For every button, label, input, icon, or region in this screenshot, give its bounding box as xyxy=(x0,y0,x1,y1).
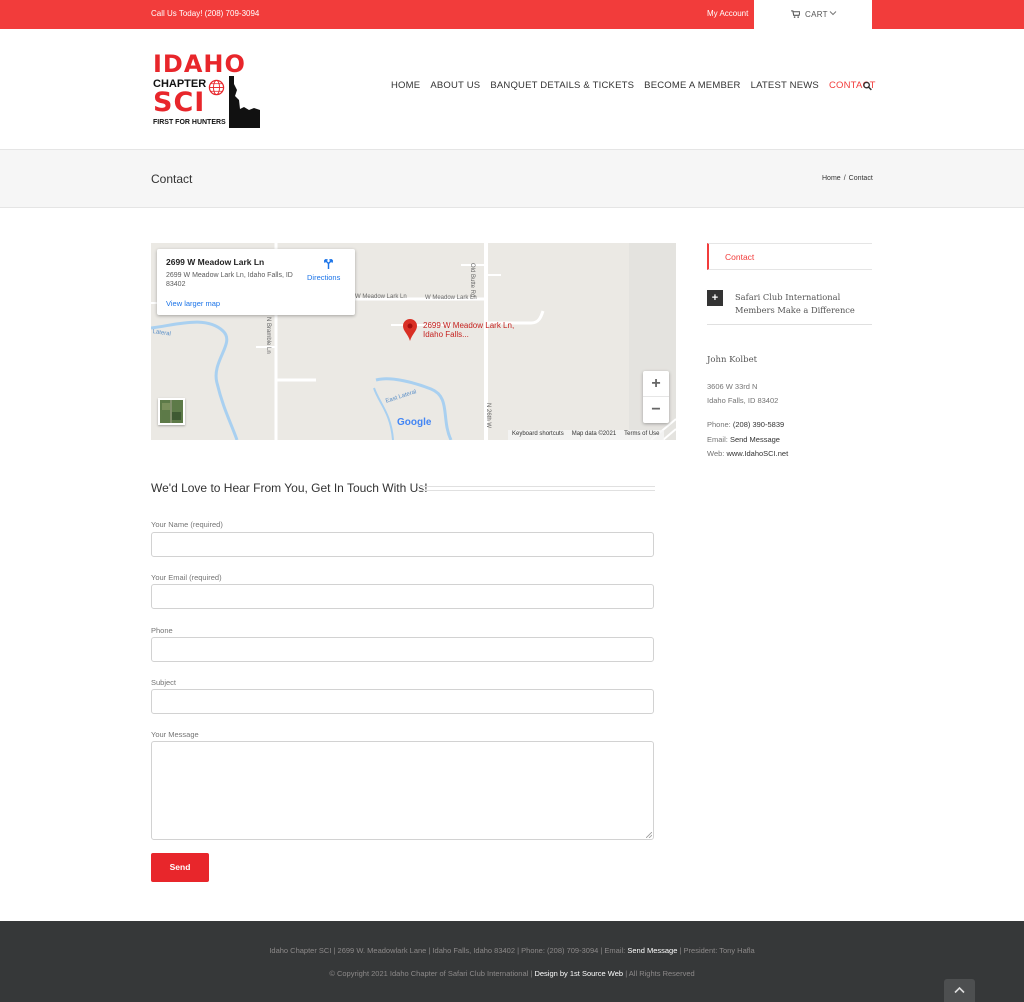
map-info-card: 2699 W Meadow Lark Ln 2699 W Meadow Lark… xyxy=(157,249,355,315)
road-label: N Bramble Ln xyxy=(265,317,271,354)
footer-info-text: Idaho Chapter SCI | 2699 W. Meadowlark L… xyxy=(269,946,626,955)
top-bar: Call Us Today! (208) 709-3094 My Account… xyxy=(0,0,1024,29)
email-field[interactable] xyxy=(151,584,654,609)
footer-copyright: © Copyright 2021 Idaho Chapter of Safari… xyxy=(0,969,1024,978)
plus-icon[interactable]: + xyxy=(707,290,723,306)
map-card-title: 2699 W Meadow Lark Ln xyxy=(166,257,265,267)
subject-field[interactable] xyxy=(151,689,654,714)
contact-web: Web: www.IdahoSCI.net xyxy=(707,449,788,458)
phone-value[interactable]: (208) 390-5839 xyxy=(733,420,784,429)
breadcrumb-current: Contact xyxy=(848,175,873,182)
directions-link[interactable]: Directions xyxy=(307,273,340,282)
message-field[interactable] xyxy=(151,741,654,840)
cart-button[interactable]: CART xyxy=(754,0,872,29)
logo-tagline: FIRST FOR HUNTERS xyxy=(153,119,226,126)
breadcrumb: Home / Contact xyxy=(822,175,873,182)
directions-icon[interactable] xyxy=(323,258,334,270)
form-heading: We'd Love to Hear From You, Get In Touch… xyxy=(151,481,428,495)
phone-field[interactable] xyxy=(151,637,654,662)
footer-president-text: | President: Tony Hafla xyxy=(679,946,755,955)
email-label-text: Email: xyxy=(707,435,728,444)
map-card-address: 2699 W Meadow Lark Ln, Idaho Falls, ID 8… xyxy=(166,272,293,288)
zoom-out-button[interactable]: − xyxy=(643,397,669,423)
map-data-text: Map data ©2021 xyxy=(571,431,617,437)
road-label: N 26th W xyxy=(485,403,491,429)
map-pin-icon[interactable] xyxy=(403,319,417,341)
page-title: Contact xyxy=(151,172,193,186)
send-button[interactable]: Send xyxy=(151,853,209,882)
rights-text: | All Rights Reserved xyxy=(625,969,695,978)
globe-icon xyxy=(208,79,225,96)
email-label: Your Email (required) xyxy=(151,573,222,582)
idaho-state-icon xyxy=(229,76,260,128)
map-pin-label: 2699 W Meadow Lark Ln, Idaho Falls... xyxy=(423,321,515,339)
call-us-text: Call Us Today! (208) 709-3094 xyxy=(151,9,260,18)
name-label: Your Name (required) xyxy=(151,520,223,529)
contact-address-1: 3606 W 33rd N xyxy=(707,382,758,391)
site-footer: Idaho Chapter SCI | 2699 W. Meadowlark L… xyxy=(0,921,1024,1002)
logo-sci-text: SCI xyxy=(153,87,206,118)
phone-label-text: Phone: xyxy=(707,420,731,429)
subject-label: Subject xyxy=(151,678,177,687)
logo-idaho-text: IDAHO xyxy=(153,50,246,78)
page-title-bar: Contact Home / Contact xyxy=(0,150,1024,208)
road-label: W Meadow Lark Ln xyxy=(425,295,477,301)
breadcrumb-separator: / xyxy=(843,175,846,182)
footer-info: Idaho Chapter SCI | 2699 W. Meadowlark L… xyxy=(0,946,1024,955)
nav-about-us[interactable]: ABOUT US xyxy=(430,80,480,92)
chevron-down-icon xyxy=(829,11,837,16)
sidebar-accordion[interactable]: + Safari Club International Members Make… xyxy=(707,290,872,325)
web-label-text: Web: xyxy=(707,449,725,458)
resize-grip-icon[interactable] xyxy=(646,832,652,838)
map-zoom-control: + − xyxy=(643,371,669,423)
contact-address-2: Idaho Falls, ID 83402 xyxy=(707,396,779,405)
site-header: IDAHO CHAPTER SCI FIRST FOR HUNTERS HOME… xyxy=(0,29,1024,150)
website-link[interactable]: www.IdahoSCI.net xyxy=(726,449,788,458)
send-message-link[interactable]: Send Message xyxy=(730,435,780,444)
accordion-title: Safari Club International Members Make a… xyxy=(735,292,855,315)
site-logo[interactable]: IDAHO CHAPTER SCI FIRST FOR HUNTERS xyxy=(152,51,260,128)
view-larger-map-link[interactable]: View larger map xyxy=(166,299,220,308)
sidebar-tab-label: Contact xyxy=(725,252,755,262)
phone-label: Phone xyxy=(151,626,173,635)
search-icon[interactable] xyxy=(863,81,872,91)
zoom-in-button[interactable]: + xyxy=(643,371,669,397)
contact-email: Email: Send Message xyxy=(707,435,780,444)
road-label: W Meadow Lark Ln xyxy=(355,294,407,300)
satellite-thumbnail xyxy=(160,400,183,423)
contact-name: John Kolbet xyxy=(707,355,758,365)
terms-of-use-link[interactable]: Terms of Use xyxy=(624,431,659,440)
message-label: Your Message xyxy=(151,730,199,739)
nav-become-member[interactable]: BECOME A MEMBER xyxy=(644,80,740,92)
cart-label: CART xyxy=(805,10,828,19)
google-logo: Google xyxy=(397,417,432,428)
breadcrumb-home[interactable]: Home xyxy=(822,175,841,182)
map-attribution: Keyboard shortcuts Map data ©2021 Terms … xyxy=(508,430,664,440)
google-map[interactable]: Old Butte Rd W Meadow Lark Ln W Meadow L… xyxy=(151,243,676,440)
cart-icon xyxy=(791,10,800,18)
chevron-up-icon xyxy=(954,986,965,994)
copyright-text: © Copyright 2021 Idaho Chapter of Safari… xyxy=(329,969,533,978)
contact-phone: Phone: (208) 390-5839 xyxy=(707,420,784,429)
heading-divider xyxy=(417,486,655,491)
my-account-link[interactable]: My Account xyxy=(707,9,748,18)
designer-link[interactable]: Design by 1st Source Web xyxy=(534,969,623,978)
nav-home[interactable]: HOME xyxy=(391,80,420,92)
nav-banquet-details[interactable]: BANQUET DETAILS & TICKETS xyxy=(490,80,634,92)
name-field[interactable] xyxy=(151,532,654,557)
main-nav: HOME ABOUT US BANQUET DETAILS & TICKETS … xyxy=(391,80,876,92)
footer-send-message-link[interactable]: Send Message xyxy=(627,946,677,955)
satellite-toggle[interactable] xyxy=(158,398,185,425)
sidebar-tab-contact[interactable]: Contact xyxy=(707,243,872,270)
keyboard-shortcuts-link[interactable]: Keyboard shortcuts xyxy=(512,431,564,440)
road-label: Old Butte Rd xyxy=(469,263,475,298)
nav-latest-news[interactable]: LATEST NEWS xyxy=(751,80,819,92)
back-to-top-button[interactable] xyxy=(944,979,975,1002)
